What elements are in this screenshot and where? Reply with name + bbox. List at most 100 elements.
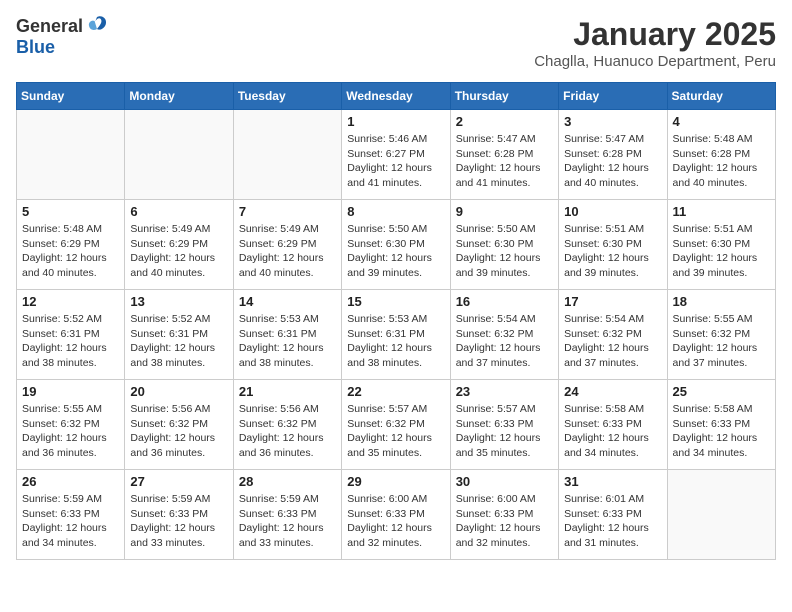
day-number: 6 <box>130 204 227 219</box>
day-info: Sunrise: 6:00 AM Sunset: 6:33 PM Dayligh… <box>347 492 444 551</box>
day-info: Sunrise: 5:59 AM Sunset: 6:33 PM Dayligh… <box>22 492 119 551</box>
day-number: 12 <box>22 294 119 309</box>
day-info: Sunrise: 5:49 AM Sunset: 6:29 PM Dayligh… <box>130 222 227 281</box>
calendar-cell: 14 Sunrise: 5:53 AM Sunset: 6:31 PM Dayli… <box>233 290 341 380</box>
day-info: Sunrise: 5:51 AM Sunset: 6:30 PM Dayligh… <box>564 222 661 281</box>
calendar-cell: 13 Sunrise: 5:52 AM Sunset: 6:31 PM Dayli… <box>125 290 233 380</box>
day-info: Sunrise: 5:46 AM Sunset: 6:27 PM Dayligh… <box>347 132 444 191</box>
day-info: Sunrise: 5:47 AM Sunset: 6:28 PM Dayligh… <box>564 132 661 191</box>
day-info: Sunrise: 5:47 AM Sunset: 6:28 PM Dayligh… <box>456 132 553 191</box>
calendar-cell: 27Sunrise: 5:59 AM Sunset: 6:33 PM Dayli… <box>125 470 233 560</box>
day-info: Sunrise: 5:53 AM Sunset: 6:31 PM Dayligh… <box>239 312 336 371</box>
day-number: 20 <box>130 384 227 399</box>
calendar-cell: 22Sunrise: 5:57 AM Sunset: 6:32 PM Dayli… <box>342 380 450 470</box>
calendar-cell: 12 Sunrise: 5:52 AM Sunset: 6:31 PM Dayli… <box>17 290 125 380</box>
day-number: 18 <box>673 294 770 309</box>
day-info: Sunrise: 5:58 AM Sunset: 6:33 PM Dayligh… <box>673 402 770 461</box>
calendar-week-row: 5 Sunrise: 5:48 AM Sunset: 6:29 PM Daylig… <box>17 200 776 290</box>
col-header-sunday: Sunday <box>17 83 125 110</box>
calendar-cell: 16 Sunrise: 5:54 AM Sunset: 6:32 PM Dayli… <box>450 290 558 380</box>
calendar-week-row: 1 Sunrise: 5:46 AM Sunset: 6:27 PM Daylig… <box>17 110 776 200</box>
calendar-cell: 19 Sunrise: 5:55 AM Sunset: 6:32 PM Dayli… <box>17 380 125 470</box>
calendar-cell: 6 Sunrise: 5:49 AM Sunset: 6:29 PM Daylig… <box>125 200 233 290</box>
day-info: Sunrise: 5:51 AM Sunset: 6:30 PM Dayligh… <box>673 222 770 281</box>
calendar-cell: 9 Sunrise: 5:50 AM Sunset: 6:30 PM Daylig… <box>450 200 558 290</box>
calendar-cell <box>17 110 125 200</box>
day-number: 21 <box>239 384 336 399</box>
col-header-tuesday: Tuesday <box>233 83 341 110</box>
calendar-cell <box>233 110 341 200</box>
day-info: Sunrise: 5:58 AM Sunset: 6:33 PM Dayligh… <box>564 402 661 461</box>
day-number: 29 <box>347 474 444 489</box>
day-number: 3 <box>564 114 661 129</box>
calendar-cell: 25 Sunrise: 5:58 AM Sunset: 6:33 PM Dayli… <box>667 380 775 470</box>
day-info: Sunrise: 5:50 AM Sunset: 6:30 PM Dayligh… <box>347 222 444 281</box>
day-number: 5 <box>22 204 119 219</box>
calendar-cell: 1 Sunrise: 5:46 AM Sunset: 6:27 PM Daylig… <box>342 110 450 200</box>
col-header-monday: Monday <box>125 83 233 110</box>
day-number: 16 <box>456 294 553 309</box>
day-number: 17 <box>564 294 661 309</box>
calendar-cell: 15Sunrise: 5:53 AM Sunset: 6:31 PM Dayli… <box>342 290 450 380</box>
col-header-wednesday: Wednesday <box>342 83 450 110</box>
calendar-cell: 23 Sunrise: 5:57 AM Sunset: 6:33 PM Dayli… <box>450 380 558 470</box>
day-number: 8 <box>347 204 444 219</box>
calendar-cell: 26 Sunrise: 5:59 AM Sunset: 6:33 PM Dayli… <box>17 470 125 560</box>
calendar-cell: 28 Sunrise: 5:59 AM Sunset: 6:33 PM Dayli… <box>233 470 341 560</box>
calendar-cell: 18Sunrise: 5:55 AM Sunset: 6:32 PM Dayli… <box>667 290 775 380</box>
day-number: 9 <box>456 204 553 219</box>
calendar-cell: 5 Sunrise: 5:48 AM Sunset: 6:29 PM Daylig… <box>17 200 125 290</box>
day-info: Sunrise: 5:57 AM Sunset: 6:33 PM Dayligh… <box>456 402 553 461</box>
calendar-cell <box>667 470 775 560</box>
calendar-cell <box>125 110 233 200</box>
calendar-cell: 4 Sunrise: 5:48 AM Sunset: 6:28 PM Daylig… <box>667 110 775 200</box>
col-header-friday: Friday <box>559 83 667 110</box>
day-number: 19 <box>22 384 119 399</box>
day-info: Sunrise: 6:01 AM Sunset: 6:33 PM Dayligh… <box>564 492 661 551</box>
day-number: 28 <box>239 474 336 489</box>
day-info: Sunrise: 5:50 AM Sunset: 6:30 PM Dayligh… <box>456 222 553 281</box>
calendar-header-row: SundayMondayTuesdayWednesdayThursdayFrid… <box>17 83 776 110</box>
day-number: 11 <box>673 204 770 219</box>
calendar-cell: 31 Sunrise: 6:01 AM Sunset: 6:33 PM Dayli… <box>559 470 667 560</box>
day-number: 26 <box>22 474 119 489</box>
day-number: 25 <box>673 384 770 399</box>
calendar-cell: 7Sunrise: 5:49 AM Sunset: 6:29 PM Daylig… <box>233 200 341 290</box>
day-number: 14 <box>239 294 336 309</box>
calendar-cell: 17 Sunrise: 5:54 AM Sunset: 6:32 PM Dayli… <box>559 290 667 380</box>
calendar-cell: 2 Sunrise: 5:47 AM Sunset: 6:28 PM Daylig… <box>450 110 558 200</box>
day-info: Sunrise: 5:48 AM Sunset: 6:28 PM Dayligh… <box>673 132 770 191</box>
day-info: Sunrise: 5:48 AM Sunset: 6:29 PM Dayligh… <box>22 222 119 281</box>
day-info: Sunrise: 5:59 AM Sunset: 6:33 PM Dayligh… <box>130 492 227 551</box>
day-number: 15 <box>347 294 444 309</box>
day-number: 31 <box>564 474 661 489</box>
calendar-cell: 24Sunrise: 5:58 AM Sunset: 6:33 PM Dayli… <box>559 380 667 470</box>
day-info: Sunrise: 5:55 AM Sunset: 6:32 PM Dayligh… <box>22 402 119 461</box>
day-number: 13 <box>130 294 227 309</box>
day-number: 22 <box>347 384 444 399</box>
calendar-week-row: 19 Sunrise: 5:55 AM Sunset: 6:32 PM Dayli… <box>17 380 776 470</box>
logo-general: General <box>16 16 83 37</box>
calendar-cell: 3 Sunrise: 5:47 AM Sunset: 6:28 PM Daylig… <box>559 110 667 200</box>
calendar-week-row: 26 Sunrise: 5:59 AM Sunset: 6:33 PM Dayli… <box>17 470 776 560</box>
day-number: 23 <box>456 384 553 399</box>
day-info: Sunrise: 5:52 AM Sunset: 6:31 PM Dayligh… <box>130 312 227 371</box>
day-info: Sunrise: 6:00 AM Sunset: 6:33 PM Dayligh… <box>456 492 553 551</box>
day-number: 2 <box>456 114 553 129</box>
day-info: Sunrise: 5:54 AM Sunset: 6:32 PM Dayligh… <box>456 312 553 371</box>
day-number: 7 <box>239 204 336 219</box>
calendar-cell: 30Sunrise: 6:00 AM Sunset: 6:33 PM Dayli… <box>450 470 558 560</box>
col-header-thursday: Thursday <box>450 83 558 110</box>
day-info: Sunrise: 5:59 AM Sunset: 6:33 PM Dayligh… <box>239 492 336 551</box>
location-subtitle: Chaglla, Huanuco Department, Peru <box>534 53 776 70</box>
day-number: 4 <box>673 114 770 129</box>
day-info: Sunrise: 5:52 AM Sunset: 6:31 PM Dayligh… <box>22 312 119 371</box>
title-section: January 2025 Chaglla, Huanuco Department… <box>534 16 776 70</box>
col-header-saturday: Saturday <box>667 83 775 110</box>
calendar-week-row: 12 Sunrise: 5:52 AM Sunset: 6:31 PM Dayli… <box>17 290 776 380</box>
calendar-cell: 21Sunrise: 5:56 AM Sunset: 6:32 PM Dayli… <box>233 380 341 470</box>
day-info: Sunrise: 5:56 AM Sunset: 6:32 PM Dayligh… <box>130 402 227 461</box>
day-info: Sunrise: 5:54 AM Sunset: 6:32 PM Dayligh… <box>564 312 661 371</box>
day-number: 1 <box>347 114 444 129</box>
calendar-cell: 10Sunrise: 5:51 AM Sunset: 6:30 PM Dayli… <box>559 200 667 290</box>
